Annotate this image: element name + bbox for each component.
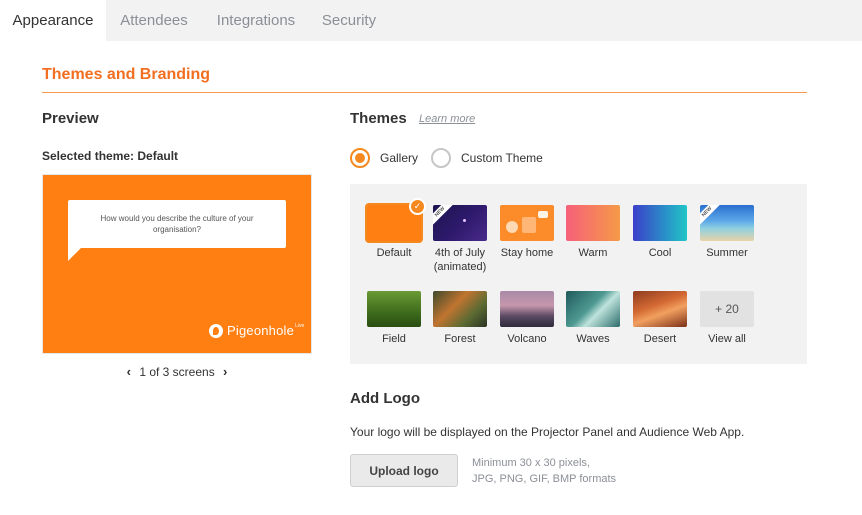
add-logo-description: Your logo will be displayed on the Proje…: [350, 425, 745, 439]
pigeonhole-logo-icon: [209, 323, 223, 338]
theme-thumbnail[interactable]: [566, 291, 620, 327]
theme-label: Field: [382, 333, 406, 345]
view-all-label: View all: [708, 333, 746, 345]
theme-thumbnail[interactable]: [633, 291, 687, 327]
section-title: Themes and Branding: [42, 66, 211, 83]
radio-unselected-icon[interactable]: [431, 148, 451, 168]
theme-thumbnail[interactable]: [433, 291, 487, 327]
question-text: How would you describe the culture of yo…: [100, 214, 254, 234]
theme-label: Volcano: [507, 333, 547, 345]
brand-name: Pigeonhole: [227, 323, 295, 338]
theme-label: Forest: [444, 333, 476, 345]
theme-label: Summer: [706, 247, 748, 259]
theme-gallery: Default ✓ NEW 4th of July (animated) Sta…: [350, 184, 807, 364]
themes-heading: Themes: [350, 110, 407, 127]
hint-formats: JPG, PNG, GIF, BMP formats: [472, 473, 617, 485]
custom-theme-radio[interactable]: Custom Theme: [431, 148, 543, 168]
add-logo-heading: Add Logo: [350, 390, 420, 407]
theme-thumbnail[interactable]: [500, 291, 554, 327]
theme-cool[interactable]: Cool: [633, 205, 687, 260]
theme-label: Desert: [643, 333, 677, 345]
bubble-tail: [68, 247, 82, 261]
theme-thumbnail[interactable]: NEW: [700, 205, 754, 241]
theme-thumbnail[interactable]: [367, 291, 421, 327]
pigeonhole-logo: Pigeonhole Live: [209, 323, 304, 338]
learn-more-link[interactable]: Learn more: [419, 113, 475, 125]
section-divider: [42, 92, 807, 93]
more-themes-count[interactable]: + 20: [700, 291, 754, 327]
brand-suffix: Live: [295, 322, 305, 329]
pager-text: 1 of 3 screens: [139, 365, 215, 379]
theme-thumbnail[interactable]: NEW: [433, 205, 487, 241]
tab-attendees[interactable]: Attendees: [106, 0, 202, 41]
tab-integrations[interactable]: Integrations: [202, 0, 310, 41]
question-bubble: How would you describe the culture of yo…: [68, 200, 286, 248]
custom-theme-radio-label: Custom Theme: [461, 151, 543, 165]
selected-theme-label: Selected theme: Default: [42, 149, 179, 163]
theme-label: Waves: [576, 333, 610, 345]
hint-size: Minimum 30 x 30 pixels,: [472, 457, 590, 469]
theme-summer[interactable]: NEW Summer: [700, 205, 754, 260]
theme-label: Warm: [578, 247, 608, 259]
theme-4th-of-july[interactable]: NEW 4th of July (animated): [433, 205, 487, 274]
theme-waves[interactable]: Waves: [566, 291, 620, 346]
checkmark-icon: ✓: [409, 198, 426, 215]
theme-label: Default: [376, 247, 412, 259]
theme-field[interactable]: Field: [367, 291, 421, 346]
theme-label: Stay home: [500, 247, 554, 259]
theme-warm[interactable]: Warm: [566, 205, 620, 260]
theme-label: Cool: [648, 247, 672, 259]
theme-desert[interactable]: Desert: [633, 291, 687, 346]
theme-thumbnail[interactable]: [500, 205, 554, 241]
theme-thumbnail[interactable]: [633, 205, 687, 241]
theme-forest[interactable]: Forest: [433, 291, 487, 346]
chevron-left-icon[interactable]: ‹: [122, 364, 136, 379]
upload-logo-button[interactable]: Upload logo: [350, 454, 458, 487]
new-badge: NEW: [700, 205, 722, 227]
tab-appearance[interactable]: Appearance: [0, 0, 106, 41]
tab-bar: Appearance Attendees Integrations Securi…: [0, 0, 862, 41]
new-badge: NEW: [433, 205, 455, 227]
theme-preview: How would you describe the culture of yo…: [42, 174, 312, 354]
preview-heading: Preview: [42, 110, 99, 127]
view-all-themes[interactable]: + 20 View all: [700, 291, 754, 346]
radio-selected-icon[interactable]: [350, 148, 370, 168]
preview-pager: ‹ 1 of 3 screens ›: [42, 364, 312, 379]
theme-label: 4th of July (animated): [433, 247, 487, 273]
upload-logo-hint: Minimum 30 x 30 pixels, JPG, PNG, GIF, B…: [472, 455, 616, 487]
gallery-radio[interactable]: Gallery: [350, 148, 418, 168]
theme-thumbnail[interactable]: [566, 205, 620, 241]
gallery-radio-label: Gallery: [380, 151, 419, 165]
theme-stay-home[interactable]: Stay home: [500, 205, 554, 260]
tab-security[interactable]: Security: [310, 0, 388, 41]
theme-volcano[interactable]: Volcano: [500, 291, 554, 346]
chevron-right-icon[interactable]: ›: [218, 364, 232, 379]
